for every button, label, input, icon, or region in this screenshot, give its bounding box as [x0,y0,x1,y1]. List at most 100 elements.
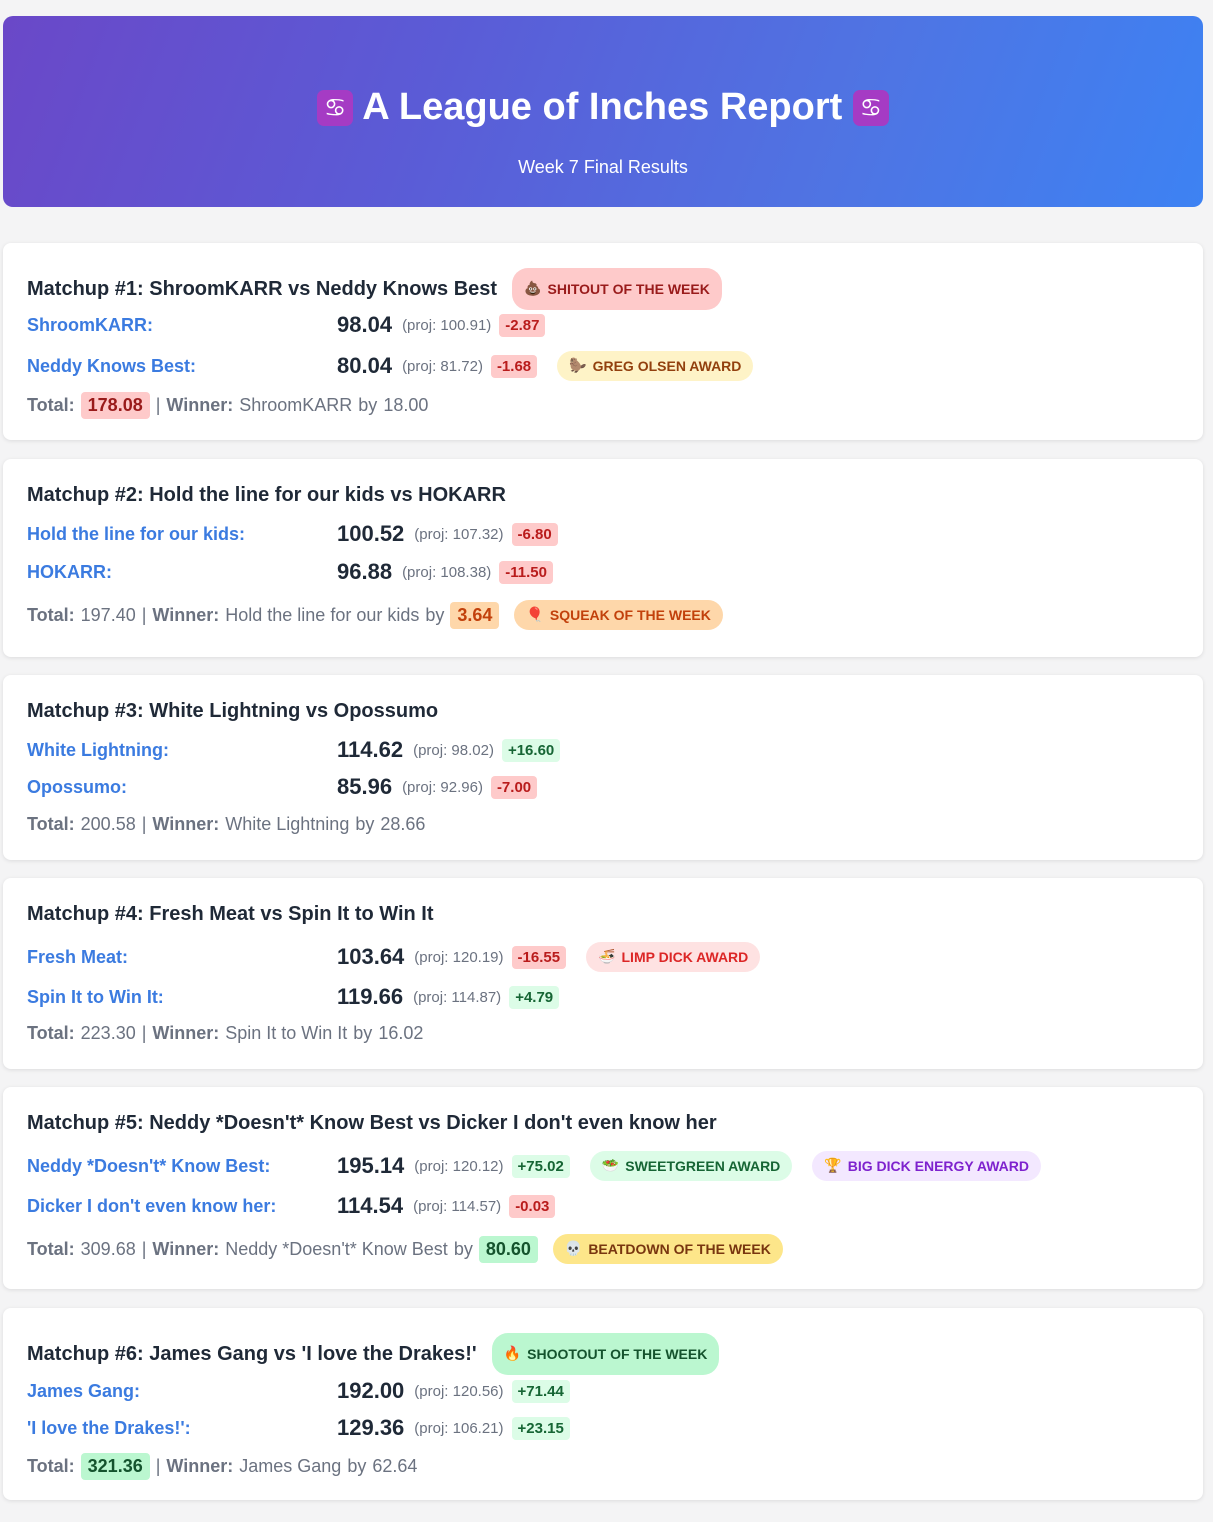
team-row: Hold the line for our kids: 100.52 (proj:… [27,519,1193,549]
team-name[interactable]: ShroomKARR: [27,314,153,336]
big-dick-energy-award-badge: 🏆 BIG DICK ENERGY AWARD [812,1151,1041,1181]
win-margin: 16.02 [378,1022,424,1043]
beatdown-award-badge: 💀 BEATDOWN OF THE WEEK [552,1234,783,1264]
winner-name: James Gang [239,1455,342,1476]
team-name[interactable]: Opossumo: [27,776,127,798]
team-projection: (proj: 108.38) [402,563,492,581]
badge-label: BIG DICK ENERGY AWARD [847,1158,1029,1174]
team-row: White Lightning: 114.62 (proj: 98.02) +16.… [27,735,1193,765]
limp-dick-award-badge: 🍜 LIMP DICK AWARD [586,942,761,972]
score-diff: +23.15 [511,1416,570,1440]
trophy-icon: 🏆 [824,1158,842,1174]
score-diff: -16.55 [511,945,567,969]
win-margin: 3.64 [450,601,500,629]
matchup-title-text: Matchup #5: Neddy *Doesn't* Know Best vs… [27,1112,717,1134]
winner-name: ShroomKARR [239,394,353,415]
badge-label: SQUEAK OF THE WEEK [549,607,711,623]
team-projection: (proj: 98.02) [413,741,494,759]
team-name[interactable]: Neddy Knows Best: [27,355,196,377]
total-points: 197.40 [80,604,136,625]
team-row: 'I love the Drakes!': 129.36 (proj: 106.2… [27,1413,1193,1443]
winner-label: Winner: [166,1455,234,1476]
separator: | [141,604,147,625]
win-margin: 28.66 [380,813,426,834]
badge-label: SHITOUT OF THE WEEK [547,281,710,297]
fire-icon: 🔥 [503,1346,522,1362]
matchup-card: Matchup #3: White Lightning vs Opossumo … [3,675,1203,860]
by-label: by [347,1455,367,1476]
matchup-title: Matchup #2: Hold the line for our kids v… [27,481,506,509]
poop-icon: 💩 [524,281,542,297]
team-name[interactable]: Neddy *Doesn't* Know Best: [27,1155,270,1177]
total-points: 178.08 [80,391,150,419]
score-diff: -6.80 [511,522,558,546]
team-score: 85.96 [337,774,393,799]
team-row: Fresh Meat: 103.64 (proj: 120.19) -16.55 🍜 L… [27,942,1193,972]
sweetgreen-award-badge: 🥗 SWEETGREEN AWARD [589,1151,793,1181]
score-diff: -1.68 [490,354,538,378]
separator: | [155,1455,161,1476]
by-label: by [358,394,378,415]
team-name[interactable]: Dicker I don't even know her: [27,1195,276,1217]
winner-label: Winner: [152,813,220,834]
total-label: Total: [27,1022,75,1043]
team-name[interactable]: Fresh Meat: [27,946,128,968]
team-projection: (proj: 114.87) [413,988,502,1006]
team-name[interactable]: White Lightning: [27,739,169,761]
winner-label: Winner: [152,1238,220,1259]
team-name[interactable]: Hold the line for our kids: [27,523,245,545]
team-row: Spin It to Win It: 119.66 (proj: 114.87) +… [27,982,1193,1012]
team-projection: (proj: 92.96) [402,778,483,796]
matchup-card: Matchup #6: James Gang vs 'I love the Dr… [3,1308,1203,1500]
team-score: 103.64 [337,944,405,969]
matchup-total: Total: 309.68 | Winner: Neddy *Doesn't* Know… [27,1234,783,1264]
shitout-award-badge: 💩 SHITOUT OF THE WEEK [512,268,722,310]
badge-label: GREG OLSEN AWARD [592,358,742,374]
score-diff: -0.03 [509,1194,556,1218]
team-row: Opossumo: 85.96 (proj: 92.96) -7.00 [27,772,1193,802]
team-score: 114.62 [337,737,404,762]
team-score: 100.52 [337,521,405,546]
team-name[interactable]: 'I love the Drakes!': [27,1417,191,1439]
matchup-card: Matchup #2: Hold the line for our kids v… [3,459,1203,657]
matchup-title-text: Matchup #4: Fresh Meat vs Spin It to Win… [27,903,434,925]
matchup-total: Total: 321.36 | Winner: James Gang by 62.64 [27,1451,417,1481]
team-score: 80.04 [337,353,393,378]
matchup-title: Matchup #4: Fresh Meat vs Spin It to Win… [27,900,434,928]
total-points: 200.58 [80,813,136,834]
team-name[interactable]: James Gang: [27,1380,140,1402]
total-label: Total: [27,1238,75,1259]
separator: | [155,394,161,415]
score-diff: +4.79 [509,985,560,1009]
matchup-total: Total: 200.58 | Winner: White Lightning by 28.… [27,809,425,839]
win-margin: 80.60 [478,1235,538,1263]
separator: | [141,1238,147,1259]
total-label: Total: [27,1455,75,1476]
winner-name: Neddy *Doesn't* Know Best [225,1238,448,1259]
score-diff: -11.50 [499,560,553,584]
matchup-title-text: Matchup #1: ShroomKARR vs Neddy Knows Be… [27,278,498,300]
total-points: 309.68 [80,1238,136,1259]
team-row: James Gang: 192.00 (proj: 120.56) +71.44 [27,1376,1193,1406]
team-projection: (proj: 120.19) [414,948,504,966]
winner-name: White Lightning [225,813,350,834]
salad-icon: 🥗 [601,1158,620,1174]
winner-label: Winner: [152,1022,220,1043]
matchup-title: Matchup #5: Neddy *Doesn't* Know Best vs… [27,1109,717,1137]
report-header: ♋ A League of Inches Report ♋ Week 7 Fin… [3,16,1203,207]
team-projection: (proj: 107.32) [414,525,504,543]
report-title-text: A League of Inches Report [362,86,843,128]
team-name[interactable]: Spin It to Win It: [27,986,164,1008]
team-name[interactable]: HOKARR: [27,561,112,583]
greg-olsen-award-badge: 🦫 GREG OLSEN AWARD [557,351,754,381]
matchup-title: Matchup #1: ShroomKARR vs Neddy Knows Be… [27,268,722,310]
team-projection: (proj: 106.21) [414,1419,504,1437]
by-label: by [453,1238,473,1259]
team-score: 129.36 [337,1415,405,1440]
score-diff: -7.00 [490,775,538,799]
matchup-title-text: Matchup #2: Hold the line for our kids v… [27,484,506,506]
winner-label: Winner: [152,604,220,625]
report-subtitle: Week 7 Final Results [518,157,688,177]
report-title: ♋ A League of Inches Report ♋ [3,84,1203,130]
shootout-award-badge: 🔥 SHOOTOUT OF THE WEEK [491,1333,720,1375]
